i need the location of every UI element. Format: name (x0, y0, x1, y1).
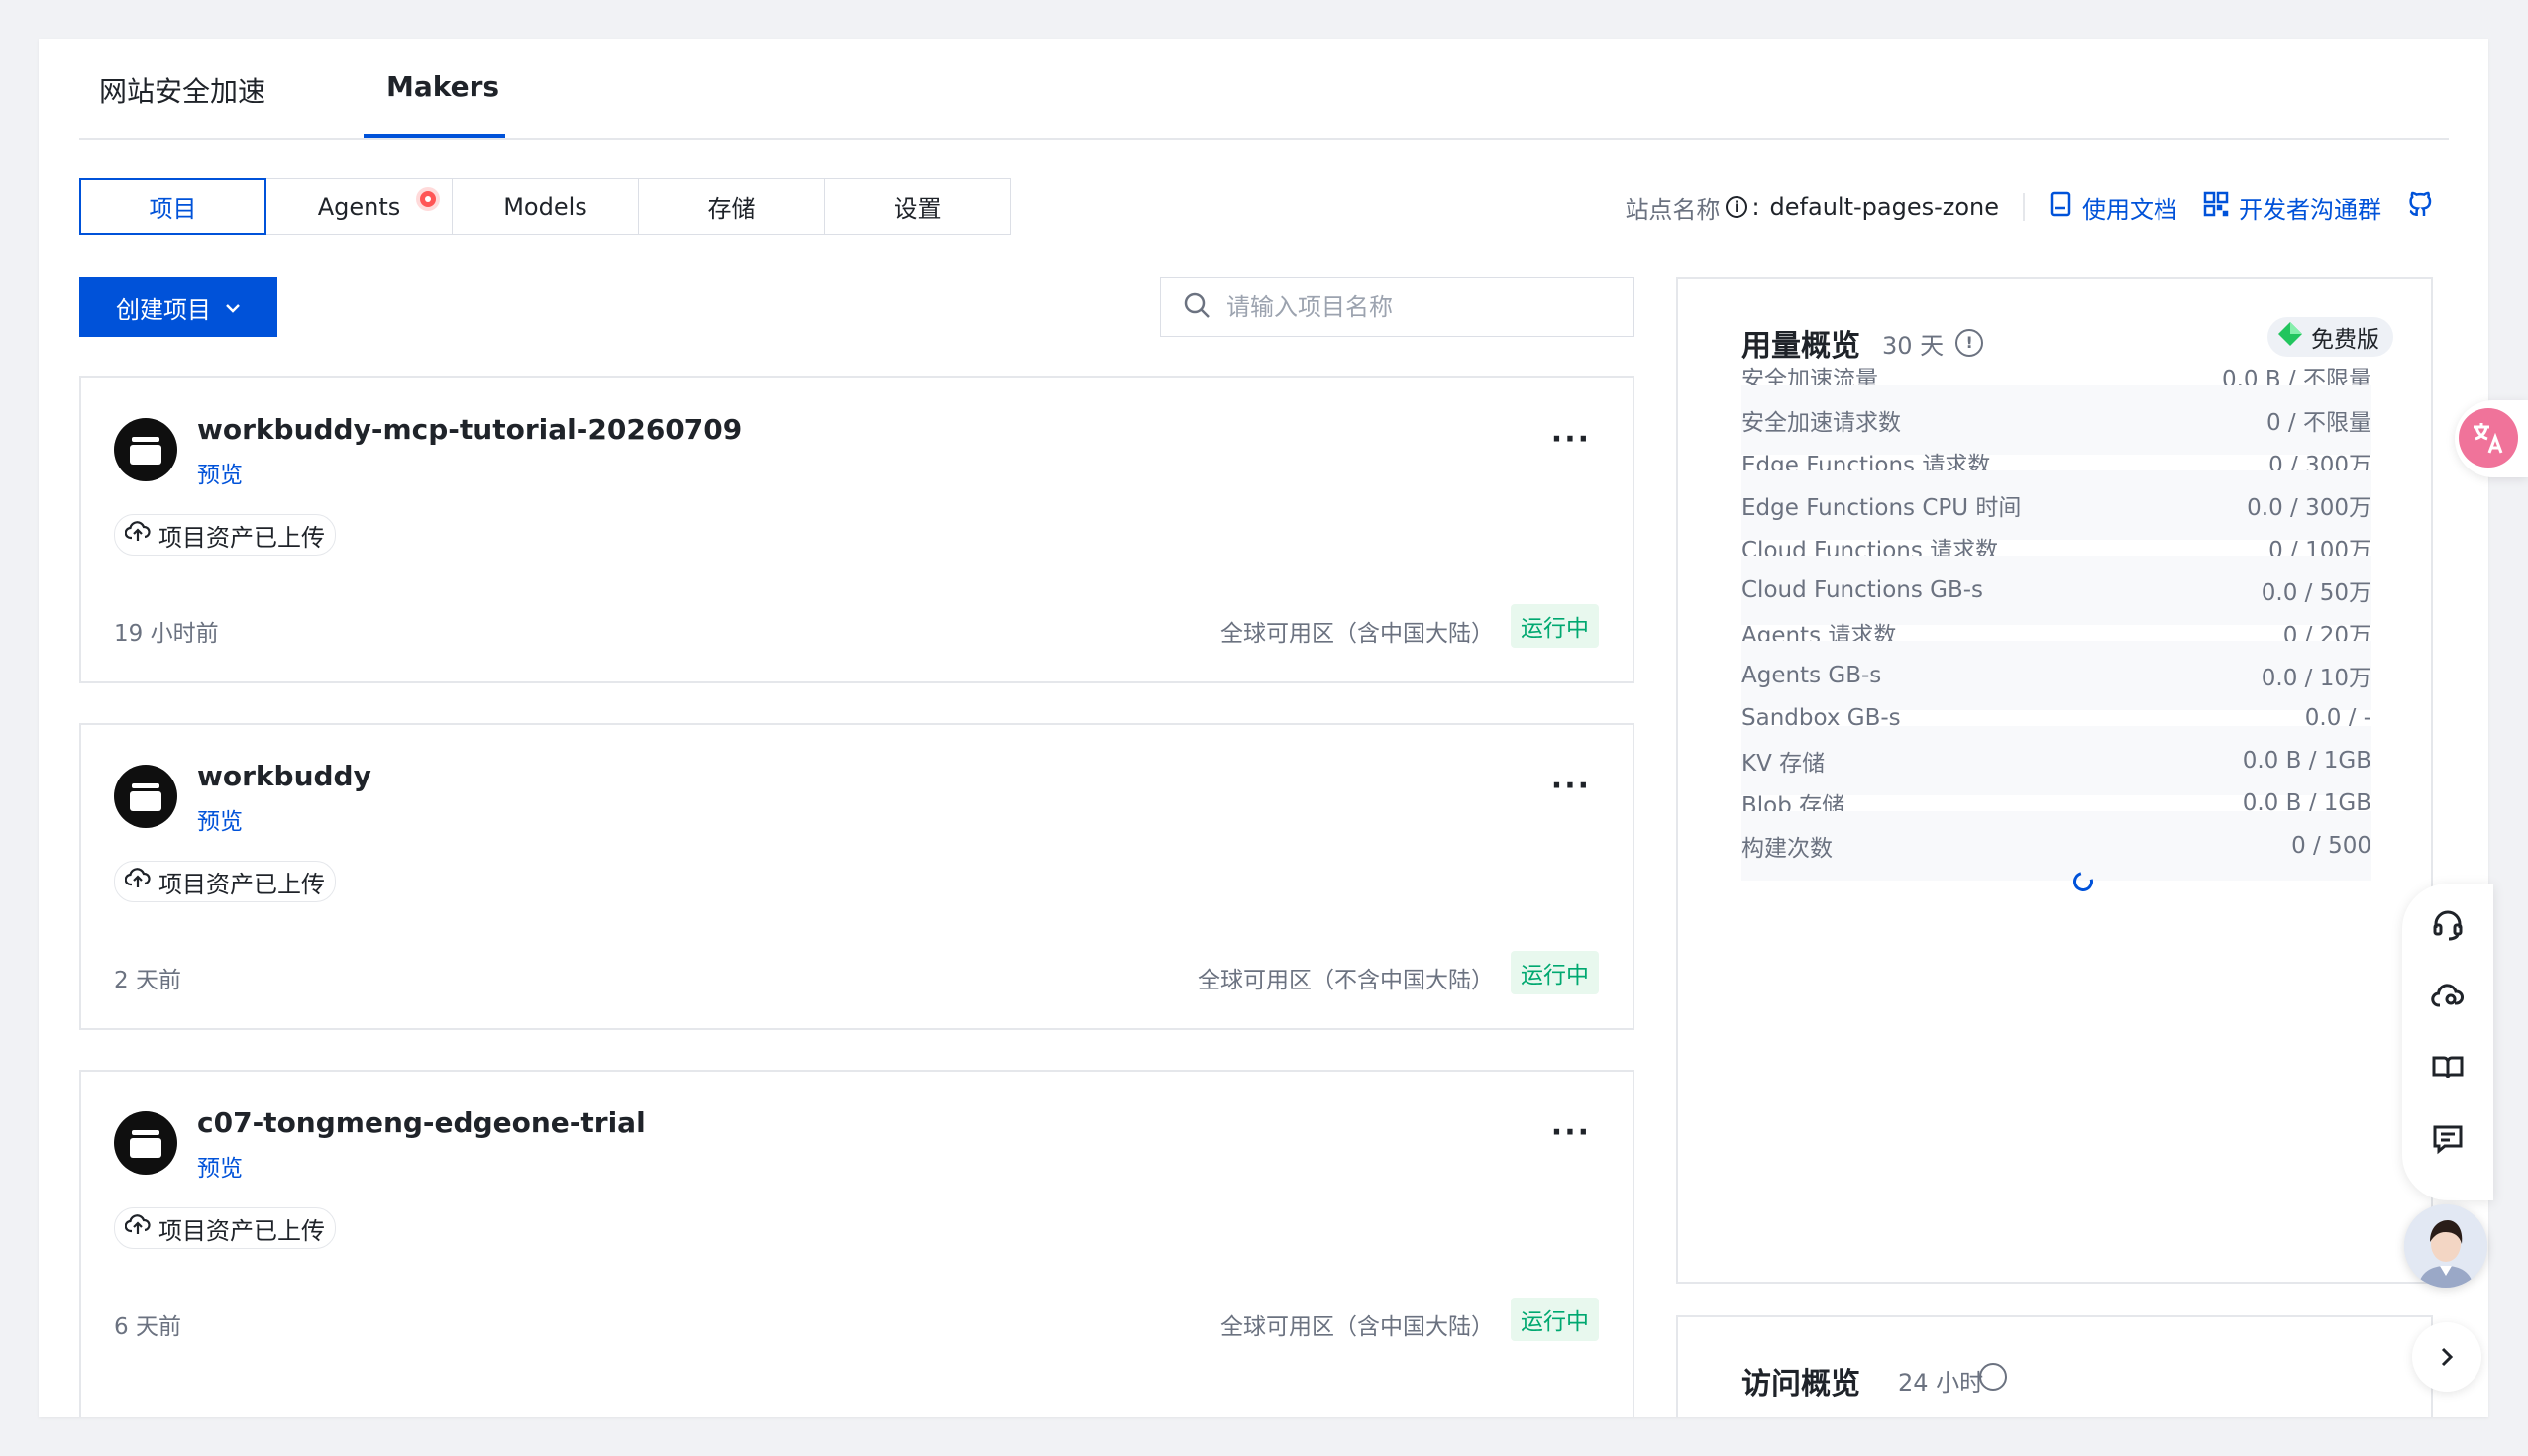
create-project-label: 创建项目 (116, 295, 211, 324)
upload-status-label: 项目资产已上传 (158, 1216, 325, 1245)
upload-status-label: 项目资产已上传 (158, 523, 325, 552)
project-region: 全球可用区（含中国大陆） (1220, 1314, 1494, 1340)
docs-link[interactable]: 使用文档 (2049, 190, 2177, 225)
tab-agents[interactable]: Agents (265, 178, 453, 235)
preview-link[interactable]: 预览 (197, 802, 243, 836)
tab-models[interactable]: Models (452, 178, 639, 235)
github-icon (2407, 190, 2435, 224)
site-name-label: 站点名称 (1625, 195, 1721, 224)
usage-value: 0 / 500 (2291, 833, 2371, 859)
tab-storage[interactable]: 存储 (638, 178, 825, 235)
github-link[interactable] (2407, 190, 2435, 224)
usage-overview-panel: 用量概览 30 天 ! 免费版 安全加速流量 0.0 B / 不限量 安全加速请求… (1676, 277, 2433, 1284)
book-open-icon[interactable] (2430, 1050, 2466, 1086)
project-card[interactable]: workbuddy-mcp-tutorial-20260709 预览 ··· 项… (79, 376, 1634, 683)
info-icon[interactable]: i (1726, 196, 1748, 218)
docs-link-label: 使用文档 (2082, 195, 2177, 224)
feedback-message-icon[interactable] (2430, 1121, 2466, 1157)
chevron-down-icon (225, 297, 241, 318)
more-actions-icon[interactable]: ··· (1551, 769, 1591, 803)
visit-overview-panel: 访问概览 24 小时 (1676, 1315, 2433, 1417)
support-headset-icon[interactable] (2430, 907, 2466, 943)
assistant-avatar[interactable] (2404, 1204, 2487, 1288)
tab-storage-label: 存储 (707, 195, 756, 223)
colon: : (1751, 193, 1760, 221)
main-page: 网站安全加速 Makers 项目 Agents Models 存储 设置 站点名… (39, 39, 2488, 1417)
section-tabs: 项目 Agents Models 存储 设置 (79, 178, 1011, 235)
project-avatar-icon (114, 418, 177, 481)
active-tab-indicator (364, 134, 505, 138)
info-icon[interactable] (1979, 1363, 2007, 1391)
status-badge: 运行中 (1511, 604, 1599, 648)
tab-models-label: Models (503, 192, 587, 221)
cloud-upload-icon (124, 521, 151, 549)
visit-title: 访问概览 (1741, 1367, 1860, 1402)
project-region: 全球可用区（含中国大陆） (1220, 621, 1494, 647)
more-actions-icon[interactable]: ··· (1551, 422, 1591, 457)
site-info-row: 站点名称 i : default-pages-zone 使用文档 开发者沟通群 (1625, 190, 2435, 224)
floating-toolbar (2402, 884, 2493, 1200)
visit-period: 24 小时 (1898, 1369, 1984, 1397)
tab-projects-label: 项目 (149, 195, 197, 223)
more-actions-icon[interactable]: ··· (1551, 1115, 1591, 1150)
search-icon (1183, 291, 1211, 323)
project-updated-time: 2 天前 (114, 968, 181, 993)
book-icon (2049, 191, 2072, 223)
status-badge: 运行中 (1511, 1298, 1599, 1341)
cloud-upload-icon (124, 1214, 151, 1242)
project-card[interactable]: workbuddy 预览 ··· 项目资产已上传 2 天前 全球可用区（不含中国… (79, 723, 1634, 1030)
project-updated-time: 6 天前 (114, 1314, 181, 1340)
tab-settings-label: 设置 (894, 195, 942, 223)
upload-status-tag: 项目资产已上传 (114, 1207, 336, 1249)
usage-row: 构建次数 0 / 500 (1741, 811, 2371, 881)
preview-link[interactable]: 预览 (197, 456, 243, 489)
expand-chevron-right-icon[interactable] (2412, 1322, 2481, 1392)
project-region: 全球可用区（不含中国大陆） (1198, 968, 1494, 993)
tab-projects[interactable]: 项目 (79, 178, 266, 235)
qr-code-icon (2203, 191, 2229, 223)
cloud-service-icon[interactable] (2430, 979, 2466, 1014)
project-avatar-icon (114, 1111, 177, 1175)
community-link[interactable]: 开发者沟通群 (2203, 190, 2381, 225)
site-name-value: default-pages-zone (1769, 193, 1999, 221)
tab-settings[interactable]: 设置 (824, 178, 1011, 235)
tab-makers[interactable]: Makers (386, 70, 499, 103)
project-updated-time: 19 小时前 (114, 621, 219, 647)
upload-status-label: 项目资产已上传 (158, 870, 325, 898)
project-name[interactable]: workbuddy-mcp-tutorial-20260709 (197, 413, 742, 446)
project-avatar-icon (114, 765, 177, 828)
upload-status-tag: 项目资产已上传 (114, 861, 336, 902)
search-input[interactable] (1224, 292, 1625, 322)
project-search (1160, 277, 1634, 337)
tab-site-security[interactable]: 网站安全加速 (99, 70, 265, 110)
usage-label: 构建次数 (1741, 836, 1833, 862)
cloud-upload-icon (124, 868, 151, 895)
notification-dot (420, 191, 436, 207)
status-badge: 运行中 (1511, 951, 1599, 994)
translate-icon (2459, 408, 2518, 468)
upload-status-tag: 项目资产已上传 (114, 514, 336, 556)
preview-link[interactable]: 预览 (197, 1149, 243, 1183)
project-card[interactable]: c07-tongmeng-edgeone-trial 预览 ··· 项目资产已上… (79, 1070, 1634, 1417)
project-name[interactable]: workbuddy (197, 760, 371, 792)
community-link-label: 开发者沟通群 (2239, 195, 2381, 224)
tab-agents-label: Agents (317, 192, 401, 221)
divider (2023, 193, 2025, 221)
translate-button[interactable] (2455, 400, 2528, 477)
project-name[interactable]: c07-tongmeng-edgeone-trial (197, 1106, 646, 1139)
create-project-button[interactable]: 创建项目 (79, 277, 277, 337)
top-tab-bar: 网站安全加速 Makers (79, 39, 2449, 140)
